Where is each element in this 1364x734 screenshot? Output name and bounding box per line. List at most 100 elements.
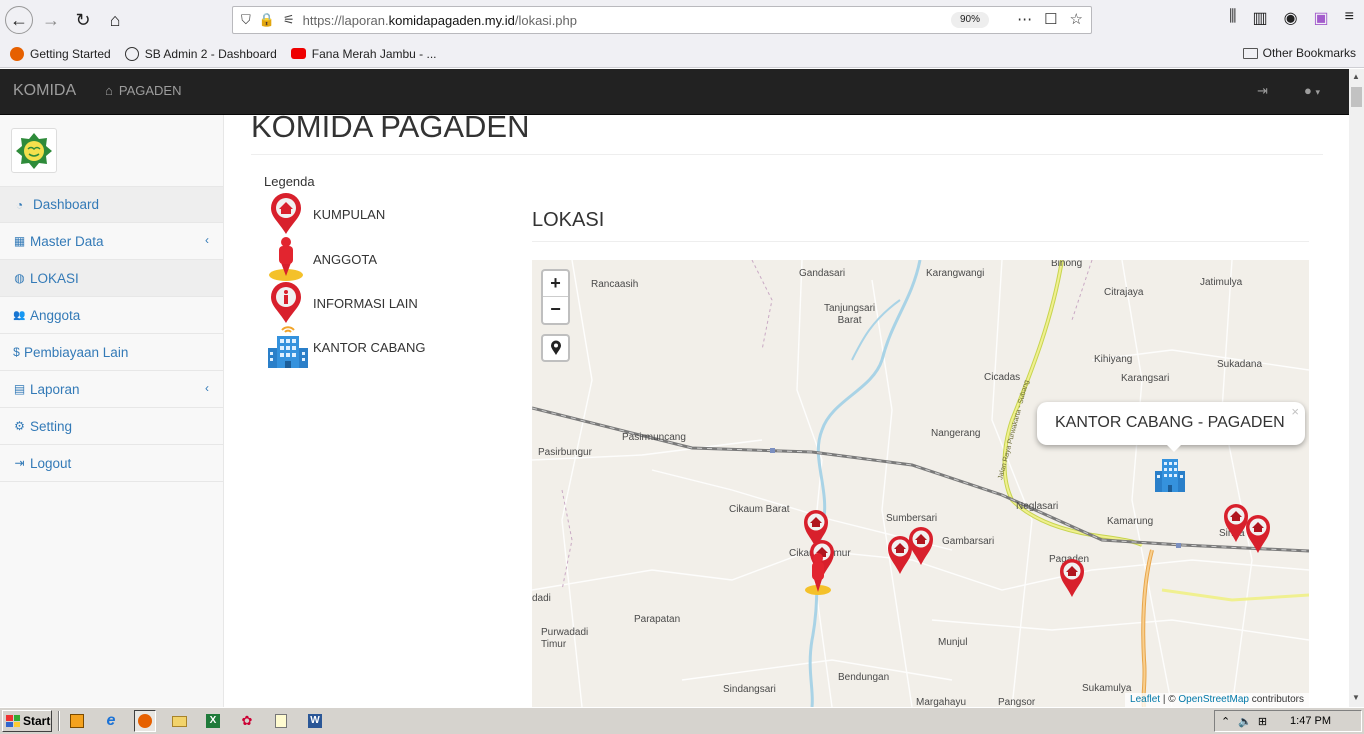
firefox-icon [10, 46, 24, 61]
legend-title: Legenda [264, 174, 315, 189]
more-actions-icon[interactable]: ⋯ [1017, 10, 1032, 28]
place-label: Nangerang [931, 428, 981, 439]
zoom-in-button[interactable]: + [543, 271, 568, 297]
place-label: Tanjungsari Barat [824, 303, 876, 326]
navbar-brand[interactable]: KOMIDA [13, 82, 76, 100]
bookmark-star-icon[interactable]: ☆ [1070, 10, 1083, 28]
location-map[interactable]: Jalan Raya Purwakarta - Subang Gandasari… [532, 260, 1309, 707]
anggota-marker-icon[interactable] [803, 552, 833, 598]
folder-icon[interactable] [168, 710, 190, 732]
komida-logo[interactable] [11, 128, 57, 173]
page-scrollbar[interactable]: ▲ ▼ [1349, 69, 1364, 707]
bookmark-sb-admin[interactable]: SB Admin 2 - Dashboard [124, 46, 277, 61]
zoom-out-button[interactable]: − [543, 297, 568, 323]
place-label: Rancaasih [591, 279, 639, 290]
office-building-icon [268, 326, 308, 368]
place-label: Kihiyang [1094, 354, 1133, 365]
volume-icon[interactable]: 🔈 [1238, 715, 1252, 728]
back-arrow-icon[interactable]: ← [5, 6, 33, 34]
lock-icon: 🔒 [258, 12, 275, 27]
pocket-icon[interactable]: ☐ [1044, 10, 1057, 28]
close-icon[interactable]: × [1291, 404, 1299, 419]
home-icon: ⌂ [105, 83, 113, 98]
navbar-pagaden-link[interactable]: ⌂ PAGADEN [105, 83, 181, 98]
place-label: Sindangsari [723, 684, 776, 695]
account-icon[interactable]: ◉ [1284, 8, 1298, 28]
tray-expand-icon[interactable]: ⌃ [1221, 715, 1230, 728]
network-icon[interactable]: ⊞ [1258, 715, 1267, 728]
internet-explorer-icon[interactable]: e [100, 710, 122, 732]
sidebar-item-anggota[interactable]: 👥 Anggota [0, 297, 223, 334]
info-marker-icon [271, 282, 301, 323]
start-button[interactable]: Start [2, 710, 52, 732]
zoom-badge[interactable]: 90% [951, 12, 989, 28]
chevron-left-icon: ‹ [205, 381, 209, 395]
scroll-down-icon[interactable]: ▼ [1352, 693, 1360, 702]
scroll-up-icon[interactable]: ▲ [1352, 72, 1360, 81]
paint-icon[interactable]: ✿ [236, 710, 258, 732]
kumpulan-marker-icon[interactable] [907, 526, 935, 566]
office-building-icon[interactable] [1154, 453, 1186, 493]
place-label: Sukadana [1217, 359, 1263, 370]
place-label: Purwadadi Timur [541, 627, 589, 650]
kumpulan-marker-icon[interactable] [1058, 558, 1086, 598]
user-icon: ● [1304, 83, 1312, 98]
map-popup: KANTOR CABANG - PAGADEN × [1037, 402, 1305, 452]
place-label: Jatimulya [1200, 277, 1243, 288]
media-player-icon[interactable] [66, 710, 88, 732]
clock[interactable]: 1:47 PM [1290, 715, 1331, 727]
sidebar-item-laporan[interactable]: ▤ Laporan ‹ [0, 371, 223, 408]
reload-icon[interactable]: ↻ [69, 6, 97, 34]
sidebar-item-setting[interactable]: ⚙ Setting [0, 408, 223, 445]
permissions-icon: ⚟ [282, 12, 295, 27]
openstreetmap-link[interactable]: OpenStreetMap [1178, 694, 1249, 705]
shield-icon: ⛉ [241, 12, 251, 27]
place-label: Pasirbungur [538, 447, 592, 458]
anggota-marker-icon [269, 237, 303, 281]
sidebar-item-lokasi[interactable]: ◍ LOKASI [0, 260, 223, 297]
place-label: Margahayu [916, 697, 967, 707]
kumpulan-marker-icon[interactable] [1244, 514, 1272, 554]
menu-hamburger-icon[interactable]: ≡ [1345, 8, 1354, 28]
notepad-icon[interactable] [270, 710, 292, 732]
leaflet-link[interactable]: Leaflet [1130, 694, 1160, 705]
system-tray: ⌃ 🔈 ⊞ 1:47 PM [1214, 710, 1362, 732]
firefox-icon[interactable] [134, 710, 156, 732]
file-excel-icon: ▤ [13, 382, 26, 396]
popup-tip [1165, 443, 1183, 452]
dashboard-icon: ◔ [15, 197, 24, 212]
excel-icon[interactable]: X [202, 710, 224, 732]
page-title: KOMIDA PAGADEN [251, 109, 530, 144]
bookmark-fana-merah-jambu[interactable]: Fana Merah Jambu - ... [290, 47, 437, 61]
sidebar-item-master-data[interactable]: ▦ Master Data ‹ [0, 223, 223, 260]
library-icon[interactable]: ⫼ [1229, 8, 1236, 28]
sidebar-item-dashboard[interactable]: ◔ Dashboard [0, 186, 223, 223]
scrollbar-thumb[interactable] [1351, 87, 1362, 107]
dollar-icon: $ [13, 345, 20, 359]
place-label: Sumbersari [886, 513, 938, 524]
place-label: Neglasari [1016, 501, 1059, 512]
place-label: dadi [532, 593, 551, 604]
user-menu[interactable]: ● ▾ [1304, 83, 1320, 98]
place-label: Cikaum Barat [729, 504, 790, 515]
table-icon: ▦ [13, 234, 26, 248]
url-bar[interactable]: ⛉ 🔒 ⚟ https://laporan.komidapagaden.my.i… [232, 6, 1092, 34]
sidebar-menu: ◔ Dashboard ▦ Master Data ‹ ◍ LOKASI 👥 A… [0, 186, 223, 482]
bookmark-getting-started[interactable]: Getting Started [10, 46, 111, 61]
home-icon[interactable]: ⌂ [101, 6, 129, 34]
sidebar: ◔ Dashboard ▦ Master Data ‹ ◍ LOKASI 👥 A… [0, 115, 224, 707]
legend-item-kantor-cabang: KANTOR CABANG [266, 324, 425, 370]
extension-icon[interactable]: ▣ [1314, 8, 1329, 28]
place-label: Binong [1051, 260, 1083, 269]
other-bookmarks[interactable]: Other Bookmarks [1242, 46, 1356, 60]
sidebar-item-pembiayaan-lain[interactable]: $ Pembiayaan Lain [0, 334, 223, 371]
place-label: Citrajaya [1104, 287, 1144, 298]
sidebar-toggle-icon[interactable]: ▥ [1252, 8, 1267, 28]
sidebar-item-logout[interactable]: ⇥ Logout [0, 445, 223, 482]
url-text: https://laporan.komidapagaden.my.id/loka… [302, 12, 577, 28]
locate-button[interactable] [541, 334, 570, 362]
word-icon[interactable]: W [304, 710, 326, 732]
forward-arrow-icon[interactable]: → [37, 6, 65, 34]
place-label: Bendungan [838, 672, 890, 683]
sign-out-icon[interactable]: ⇥ [1257, 83, 1268, 99]
